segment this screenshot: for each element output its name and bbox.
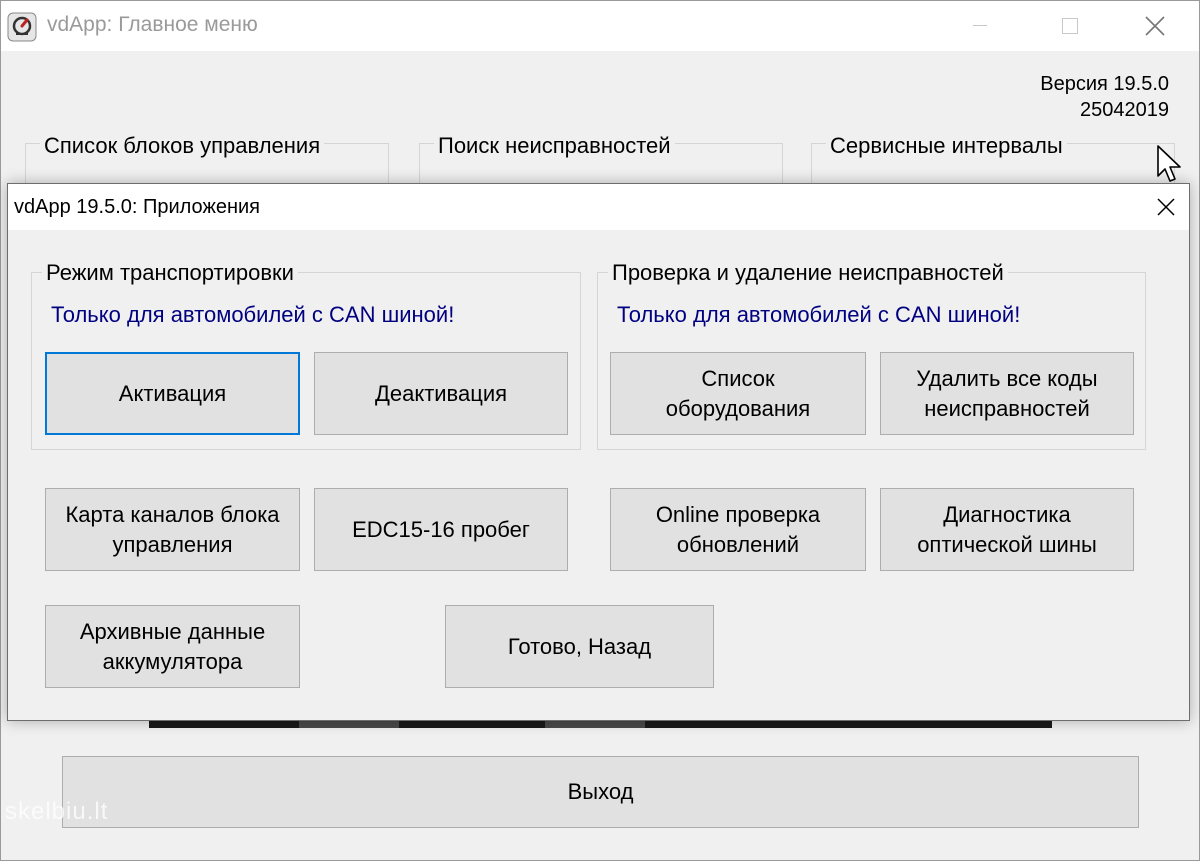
edc-mileage-button[interactable]: EDC15-16 пробег bbox=[314, 488, 568, 571]
minimize-icon[interactable] bbox=[957, 1, 1003, 51]
fault-check-label: Проверка и удаление неисправностей bbox=[608, 260, 1008, 286]
dialog-titlebar: vdApp 19.5.0: Приложения bbox=[8, 184, 1189, 230]
online-check-line2: обновлений bbox=[676, 531, 800, 557]
version-number: Версия 19.5.0 bbox=[1040, 73, 1169, 95]
delete-fault-codes-button[interactable]: Удалить все коды неисправностей bbox=[880, 352, 1134, 435]
optical-diag-line1: Диагностика bbox=[943, 501, 1071, 527]
equipment-list-line1: Список bbox=[701, 365, 775, 391]
main-window-title: vdApp: Главное меню bbox=[47, 13, 258, 36]
transport-mode-note: Только для автомобилей с CAN шиной! bbox=[51, 302, 455, 327]
channel-map-line1: Карта каналов блока bbox=[65, 501, 280, 527]
equipment-list-button[interactable]: Список оборудования bbox=[610, 352, 866, 435]
watermark: skelbiu.lt bbox=[5, 798, 109, 825]
exit-button[interactable]: Выход bbox=[62, 756, 1139, 828]
battery-archive-button[interactable]: Архивные данные аккумулятора bbox=[45, 605, 300, 688]
dialog-close-icon[interactable] bbox=[1143, 184, 1189, 230]
channel-map-line2: управления bbox=[112, 531, 233, 557]
main-titlebar: vdApp: Главное меню bbox=[1, 1, 1199, 51]
done-back-button[interactable]: Готово, Назад bbox=[445, 605, 714, 688]
battery-archive-line1: Архивные данные bbox=[79, 618, 266, 644]
maximize-icon[interactable] bbox=[1047, 1, 1093, 51]
deactivation-button[interactable]: Деактивация bbox=[314, 352, 568, 435]
applications-dialog: vdApp 19.5.0: Приложения Режим транспорт… bbox=[7, 183, 1190, 721]
delete-codes-line1: Удалить все коды bbox=[916, 365, 1098, 391]
build-date: 25042019 bbox=[1080, 99, 1169, 121]
battery-archive-line2: аккумулятора bbox=[102, 648, 243, 674]
group-service-intervals-label: Сервисные интервалы bbox=[826, 133, 1067, 159]
transport-mode-label: Режим транспортировки bbox=[42, 260, 298, 286]
fault-check-note: Только для автомобилей с CAN шиной! bbox=[617, 302, 1021, 327]
channel-map-button[interactable]: Карта каналов блока управления bbox=[45, 488, 300, 571]
stethoscope-icon bbox=[7, 12, 37, 42]
group-fault-search-label: Поиск неисправностей bbox=[434, 133, 675, 159]
dialog-title: vdApp 19.5.0: Приложения bbox=[14, 196, 260, 218]
version-info: Версия 19.5.0 25042019 bbox=[1040, 71, 1169, 123]
group-control-units-label: Список блоков управления bbox=[40, 133, 325, 159]
delete-codes-line2: неисправностей bbox=[924, 395, 1090, 421]
optical-diag-line2: оптической шины bbox=[917, 531, 1097, 557]
mouse-cursor-icon bbox=[1156, 144, 1182, 184]
online-update-check-button[interactable]: Online проверка обновлений bbox=[610, 488, 866, 571]
optical-bus-diagnostics-button[interactable]: Диагностика оптической шины bbox=[880, 488, 1134, 571]
close-icon[interactable] bbox=[1132, 1, 1178, 51]
online-check-line1: Online проверка bbox=[655, 501, 821, 527]
activation-button[interactable]: Активация bbox=[45, 352, 300, 435]
equipment-list-line2: оборудования bbox=[665, 395, 811, 421]
